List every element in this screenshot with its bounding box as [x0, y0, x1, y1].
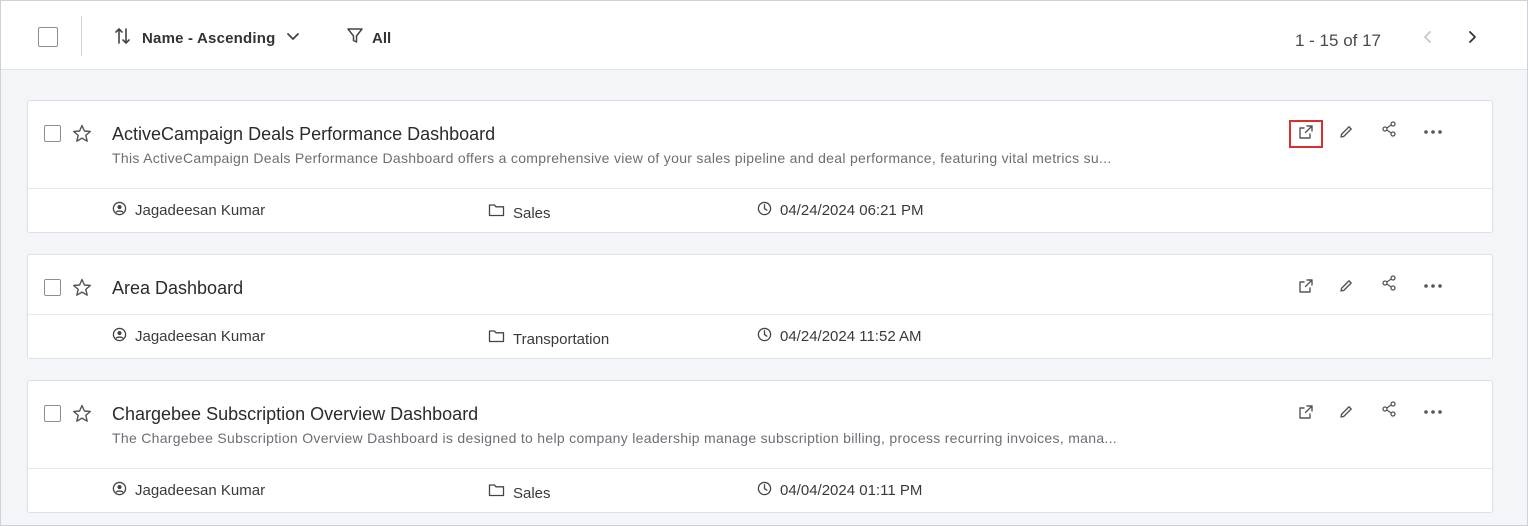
- folder-icon: [488, 203, 513, 221]
- modified-date: 04/24/2024 06:21 PM: [757, 201, 923, 220]
- pagination-text: 1 - 15 of 17: [1295, 31, 1382, 50]
- modified-text: 04/04/2024 01:11 PM: [780, 482, 923, 499]
- edit-button[interactable]: [1329, 400, 1363, 428]
- more-horizontal-icon: [1423, 276, 1443, 294]
- toolbar: Name - Ascending All 1 - 15 of 17: [1, 1, 1527, 70]
- card-actions: [1286, 119, 1466, 149]
- share-button[interactable]: [1372, 271, 1406, 299]
- more-options-button[interactable]: [1416, 271, 1450, 299]
- chevron-left-icon: [1423, 30, 1433, 49]
- open-in-new-tab-button[interactable]: [1289, 274, 1323, 302]
- clock-icon: [757, 201, 780, 220]
- folder-icon: [488, 329, 513, 347]
- more-options-button[interactable]: [1416, 117, 1450, 145]
- sort-label: Name - Ascending: [142, 29, 276, 47]
- open-in-new-tab-button[interactable]: [1289, 120, 1323, 148]
- external-link-icon: [1298, 404, 1314, 425]
- share-button[interactable]: [1372, 117, 1406, 145]
- star-icon[interactable]: [71, 403, 93, 425]
- dashboard-card: ActiveCampaign Deals Performance Dashboa…: [27, 100, 1493, 233]
- owner: Jagadeesan Kumar: [112, 327, 265, 346]
- sort-icon: [114, 26, 132, 51]
- edit-button[interactable]: [1329, 274, 1363, 302]
- share-icon: [1381, 120, 1397, 142]
- dashboard-card: Area Dashboard Jagadeesan Kumar Transpor…: [27, 254, 1493, 359]
- more-horizontal-icon: [1423, 122, 1443, 140]
- prev-page-button[interactable]: [1418, 29, 1438, 49]
- dashboard-card: Chargebee Subscription Overview Dashboar…: [27, 380, 1493, 513]
- clock-icon: [757, 327, 780, 346]
- filter-icon: [346, 27, 364, 50]
- share-icon: [1381, 400, 1397, 422]
- category: Sales: [488, 482, 551, 502]
- share-icon: [1381, 274, 1397, 296]
- more-horizontal-icon: [1423, 402, 1443, 420]
- user-icon: [112, 201, 135, 220]
- filter-label: All: [372, 29, 392, 47]
- row-checkbox[interactable]: [44, 405, 61, 422]
- category-name: Sales: [513, 485, 551, 502]
- folder-icon: [488, 483, 513, 501]
- owner: Jagadeesan Kumar: [112, 201, 265, 220]
- card-divider: [28, 188, 1492, 189]
- card-actions: [1286, 273, 1466, 303]
- category-name: Sales: [513, 205, 551, 222]
- toolbar-divider: [81, 16, 82, 56]
- external-link-icon: [1298, 278, 1314, 299]
- row-checkbox[interactable]: [44, 125, 61, 142]
- open-in-new-tab-button[interactable]: [1289, 400, 1323, 428]
- chevron-down-icon: [286, 29, 300, 47]
- owner-name: Jagadeesan Kumar: [135, 482, 266, 499]
- pencil-icon: [1338, 404, 1354, 425]
- card-divider: [28, 468, 1492, 469]
- owner-name: Jagadeesan Kumar: [135, 202, 266, 219]
- more-options-button[interactable]: [1416, 397, 1450, 425]
- dashboard-description: The Chargebee Subscription Overview Dash…: [112, 430, 1117, 446]
- modified-text: 04/24/2024 06:21 PM: [780, 202, 924, 219]
- chevron-right-icon: [1467, 30, 1477, 49]
- category-name: Transportation: [513, 331, 610, 348]
- sort-dropdown[interactable]: Name - Ascending: [114, 27, 300, 49]
- card-divider: [28, 314, 1492, 315]
- category: Transportation: [488, 328, 609, 348]
- external-link-icon: [1298, 124, 1314, 145]
- edit-button[interactable]: [1329, 120, 1363, 148]
- dashboard-description: This ActiveCampaign Deals Performance Da…: [112, 150, 1112, 166]
- dashboard-title[interactable]: Area Dashboard: [112, 278, 243, 299]
- row-checkbox[interactable]: [44, 279, 61, 296]
- next-page-button[interactable]: [1462, 29, 1482, 49]
- dashboard-title[interactable]: ActiveCampaign Deals Performance Dashboa…: [112, 124, 495, 145]
- user-icon: [112, 481, 135, 500]
- pencil-icon: [1338, 124, 1354, 145]
- pencil-icon: [1338, 278, 1354, 299]
- star-icon[interactable]: [71, 123, 93, 145]
- owner: Jagadeesan Kumar: [112, 481, 265, 500]
- share-button[interactable]: [1372, 397, 1406, 425]
- clock-icon: [757, 481, 780, 500]
- category: Sales: [488, 202, 551, 222]
- user-icon: [112, 327, 135, 346]
- star-icon[interactable]: [71, 277, 93, 299]
- modified-date: 04/24/2024 11:52 AM: [757, 327, 922, 346]
- owner-name: Jagadeesan Kumar: [135, 328, 266, 345]
- select-all-checkbox[interactable]: [38, 27, 58, 47]
- modified-date: 04/04/2024 01:11 PM: [757, 481, 922, 500]
- filter-dropdown[interactable]: All: [346, 27, 391, 49]
- dashboard-title[interactable]: Chargebee Subscription Overview Dashboar…: [112, 404, 478, 425]
- card-actions: [1286, 399, 1466, 429]
- modified-text: 04/24/2024 11:52 AM: [780, 328, 922, 345]
